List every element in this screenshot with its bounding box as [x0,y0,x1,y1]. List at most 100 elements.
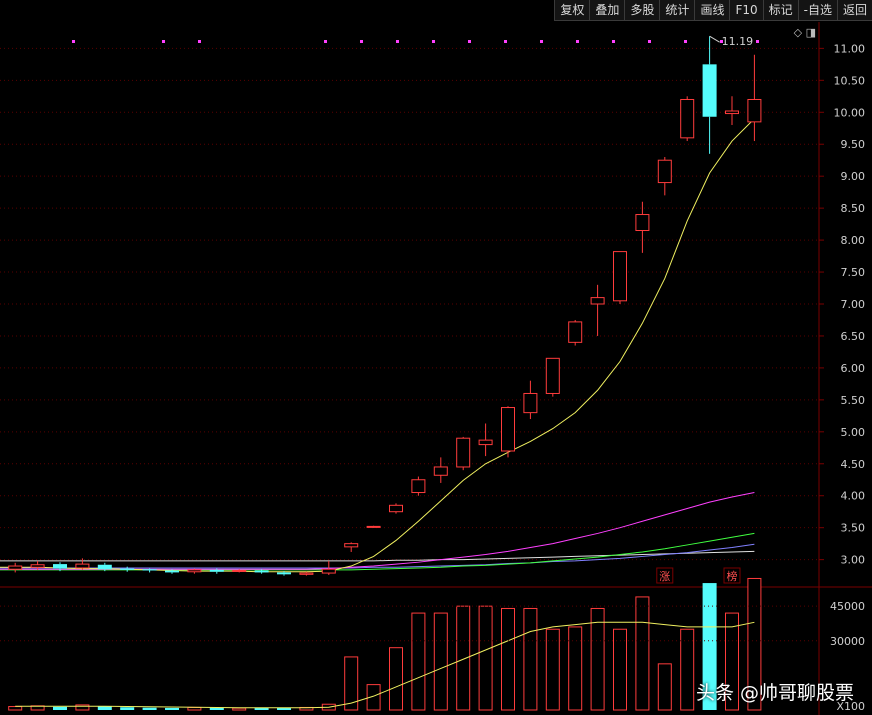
candle [635,201,650,253]
candle [523,380,538,420]
y-tick-label: 5.50 [841,394,866,407]
candle-body [702,64,717,117]
multi-stock-button[interactable]: 多股 [624,0,660,21]
candle-body [299,572,314,575]
volume-bar [568,626,583,711]
candle-body [53,564,67,569]
candle-body [97,564,112,570]
candle [680,96,695,142]
volume-bar [478,605,493,711]
candle [344,542,359,552]
ma-line-ma20 [0,532,755,571]
volume-bar [433,612,448,711]
ma-line-ma60 [0,543,755,569]
max-label: 11.19 [709,35,754,48]
candle [366,525,381,528]
y-tick-label: 4.50 [841,458,866,471]
candle [725,96,739,126]
diamond-panel-icon[interactable]: ◇ ◨ [794,26,816,39]
signal-marker [324,40,327,43]
candle [411,476,426,496]
signal-marker [684,40,687,43]
remove-watchlist-button[interactable]: -自选 [797,0,837,21]
volume-bar [590,607,605,711]
volume-bar [657,663,672,711]
volume-bar [120,707,135,710]
volume-bar [53,706,67,710]
volume-bar [75,704,90,711]
volume-tick-label: 45000 [830,600,865,613]
price-separator [0,22,872,715]
candle-body [747,98,762,123]
y-tick-label: 7.00 [841,298,866,311]
f10-button[interactable]: F10 [729,0,763,21]
y-tick-label: 9.50 [841,138,866,151]
candle-body [568,321,583,343]
candle [702,36,717,154]
mark-button[interactable]: 标记 [762,0,798,21]
candle-body [501,407,515,452]
stock-chart[interactable]: 11.00 10.50 10.00 9.50 9.00 8.50 8.00 7.50 7.00 6… [0,0,872,715]
y-tick-label: 3.00 [841,554,866,567]
max-pointer [709,35,720,43]
candle [747,54,762,142]
toolbar: 复权 叠加 多股 统计 画线 F10 标记 -自选 返回 [554,0,872,22]
candle-body [523,392,538,414]
candle [389,503,403,514]
y-tick-label: 11.00 [834,42,866,55]
candle-body [165,570,179,573]
candle-body [75,563,90,569]
candle [299,571,314,576]
candle [456,436,471,471]
candle-body [120,568,135,570]
candle [120,566,135,572]
volume-bars [8,577,762,711]
y-tick-label: 3.50 [841,522,866,535]
statistics-button[interactable]: 统计 [659,0,695,21]
back-button[interactable]: 返回 [836,0,872,21]
candle-body [321,568,336,574]
restore-rights-button[interactable]: 复权 [554,0,590,21]
signal-marker [540,40,543,43]
candle-body [635,214,650,232]
y-tick-label: 8.50 [841,202,866,215]
volume-bar [613,628,627,711]
candle-body [478,439,493,446]
y-tick-label: 4.00 [841,490,866,503]
signal-marker [432,40,435,43]
y-tick-label: 7.50 [841,266,866,279]
ma-line-ma5 [0,118,755,573]
max-price-label: 11.19 [722,35,754,48]
signal-marker [468,40,471,43]
volume-bar [142,707,157,710]
volume-tick-label: 30000 [830,635,865,648]
candle [657,157,672,196]
y-tick-label: 10.00 [834,106,866,119]
price-axis: 11.00 10.50 10.00 9.50 9.00 8.50 8.00 7.50 7.00 6… [819,42,866,567]
volume-bar [209,707,224,710]
candle-body [657,159,672,184]
candle-body [545,357,560,394]
candle [30,560,45,570]
candle-body [277,572,291,575]
signal-marker [576,40,579,43]
candle-body [433,466,448,476]
y-tick-label: 6.00 [841,362,866,375]
candle [478,423,493,457]
overlay-button[interactable]: 叠加 [589,0,625,21]
candle [433,457,448,483]
volume-bar [165,707,179,710]
candles [8,36,762,576]
candle-body [209,569,224,572]
volume-bar [232,707,247,711]
draw-line-button[interactable]: 画线 [694,0,730,21]
signal-marker [198,40,201,43]
candle-body [680,98,695,139]
signal-marker [360,40,363,43]
candle-body [590,297,605,305]
volume-bar [187,706,202,711]
candle-body [30,564,45,568]
signal-marker [648,40,651,43]
candle-body [232,569,247,572]
signal-marker [612,40,615,43]
